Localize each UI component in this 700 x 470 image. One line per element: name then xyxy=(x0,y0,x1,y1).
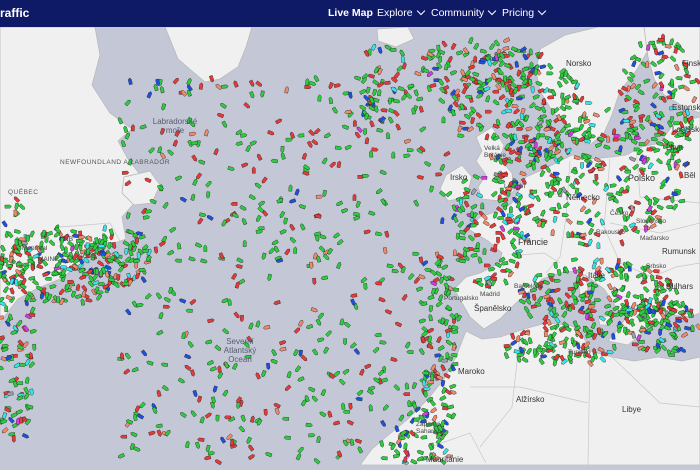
vessel-marker[interactable] xyxy=(546,71,554,76)
vessel-marker[interactable] xyxy=(667,353,675,357)
vessel-marker[interactable] xyxy=(616,267,624,272)
label-maine: MAINE xyxy=(38,256,59,263)
label-nb: NB xyxy=(64,236,74,243)
live-map-canvas[interactable]: Labradorské moře Severní Atlantský Oceán… xyxy=(0,26,700,466)
label-spain: Španělsko xyxy=(474,304,512,313)
label-estonia: Estonsko xyxy=(672,103,700,112)
vessel-marker[interactable] xyxy=(485,109,493,114)
vessel-marker[interactable] xyxy=(516,96,524,101)
nav-explore-label: Explore xyxy=(377,7,413,19)
label-algeria: Alžírsko xyxy=(516,395,545,404)
top-navigation-bar: raffic Live Map Explore Community Pricin… xyxy=(0,0,700,27)
vessel-marker[interactable] xyxy=(633,147,641,152)
label-hungary: Maďarsko xyxy=(640,235,669,242)
vessel-marker[interactable] xyxy=(391,151,396,159)
vessel-marker[interactable] xyxy=(480,202,485,210)
vessel-marker[interactable] xyxy=(119,434,127,439)
nav-live-map[interactable]: Live Map xyxy=(328,7,373,19)
label-madrid: Madrid xyxy=(480,291,500,298)
nav-pricing[interactable]: Pricing xyxy=(502,6,547,19)
vessel-marker[interactable] xyxy=(665,205,673,209)
label-great-britain: Velká Británie xyxy=(484,145,507,159)
vessel-marker[interactable] xyxy=(529,61,534,69)
vessel-marker[interactable] xyxy=(506,190,511,198)
label-bulgaria: Bulhars xyxy=(666,282,694,291)
nav-live-map-label: Live Map xyxy=(328,7,373,19)
label-north-atlantic-ocean: Severní Atlantský Oceán xyxy=(223,337,257,364)
nav-pricing-label: Pricing xyxy=(502,7,535,19)
vessel-marker[interactable] xyxy=(612,137,620,142)
label-ireland: Irsko xyxy=(450,173,468,182)
label-quebec: QUÉBEC xyxy=(8,189,39,196)
chevron-down-icon xyxy=(537,6,547,16)
label-poland: Polsko xyxy=(628,173,656,183)
map-layer[interactable] xyxy=(0,26,700,466)
nav-community-label: Community xyxy=(431,7,485,19)
label-france: Francie xyxy=(518,237,549,247)
vessel-marker[interactable] xyxy=(580,162,584,170)
label-barcelona: Barcelona xyxy=(514,283,544,290)
label-serbia: Srbsko xyxy=(646,263,667,270)
vessel-marker[interactable] xyxy=(509,205,513,213)
vessel-marker[interactable] xyxy=(453,248,457,257)
label-nove: NOVÉ xyxy=(78,253,97,260)
label-tunisia: Tunisko xyxy=(568,349,591,356)
vessel-marker[interactable] xyxy=(44,276,52,281)
label-lithuania: Litva xyxy=(666,143,683,152)
label-latvia: Lotyšsko xyxy=(672,125,700,134)
vessel-marker[interactable] xyxy=(647,40,656,45)
chevron-down-icon xyxy=(487,6,497,16)
vessel-marker[interactable] xyxy=(441,116,446,124)
label-mauritania: Mauritánie xyxy=(426,455,464,464)
label-western-sahara: Západní Sahara xyxy=(416,421,440,435)
vessel-marker[interactable] xyxy=(285,137,293,142)
brand-logo-text[interactable]: raffic xyxy=(0,6,29,20)
label-newfoundland-labrador: NEWFOUNDLAND A LABRADOR xyxy=(60,159,171,166)
vessel-marker[interactable] xyxy=(495,231,503,235)
nav-explore[interactable]: Explore xyxy=(377,6,425,19)
vessel-marker[interactable] xyxy=(484,263,492,268)
vessel-marker[interactable] xyxy=(121,281,129,286)
label-slovakia: Slovensko xyxy=(636,218,666,225)
vessel-marker[interactable] xyxy=(516,127,524,131)
label-montreal: Montreal xyxy=(22,245,48,252)
vessel-marker[interactable] xyxy=(352,193,357,201)
vessel-marker[interactable] xyxy=(96,290,104,295)
label-norway: Norsko xyxy=(566,59,592,68)
label-labrador-sea: Labradorské moře xyxy=(152,117,198,135)
label-belarus: Běl xyxy=(684,171,696,180)
vessel-marker[interactable] xyxy=(402,392,410,396)
label-libya: Libye xyxy=(622,405,642,414)
chevron-down-icon xyxy=(416,6,425,16)
label-germany: Německo xyxy=(566,193,600,202)
vessel-marker[interactable] xyxy=(353,119,357,127)
label-morocco: Maroko xyxy=(458,367,485,376)
vessel-marker[interactable] xyxy=(4,204,12,209)
vessel-marker[interactable] xyxy=(634,136,642,140)
vessel-marker[interactable] xyxy=(14,239,19,247)
vessel-marker[interactable] xyxy=(654,280,658,288)
nav-community[interactable]: Community xyxy=(431,6,497,19)
label-italy: Itálie xyxy=(588,271,605,280)
vessel-marker[interactable] xyxy=(134,262,138,270)
label-austria: Rakousko xyxy=(596,229,625,236)
label-finland: Finsko xyxy=(682,59,700,68)
vessel-marker[interactable] xyxy=(230,202,238,206)
vessel-marker[interactable] xyxy=(407,148,415,152)
vessel-marker[interactable] xyxy=(342,409,350,414)
vessel-marker[interactable] xyxy=(51,271,59,276)
vessel-marker[interactable] xyxy=(590,309,598,313)
vessel-marker[interactable] xyxy=(553,278,562,283)
vessel-marker[interactable] xyxy=(473,55,478,63)
vessel-marker[interactable] xyxy=(561,97,566,106)
label-romania: Rumunsk xyxy=(662,247,696,256)
vessel-marker[interactable] xyxy=(362,173,370,178)
vessel-marker[interactable] xyxy=(528,48,533,56)
vessel-marker[interactable] xyxy=(343,338,347,346)
label-czechia: Česko xyxy=(610,210,629,217)
label-portugal: Portugalsko xyxy=(444,295,479,302)
vessel-marker[interactable] xyxy=(423,386,431,391)
label-london: Londýn xyxy=(504,183,526,190)
vessel-marker[interactable] xyxy=(496,237,500,245)
